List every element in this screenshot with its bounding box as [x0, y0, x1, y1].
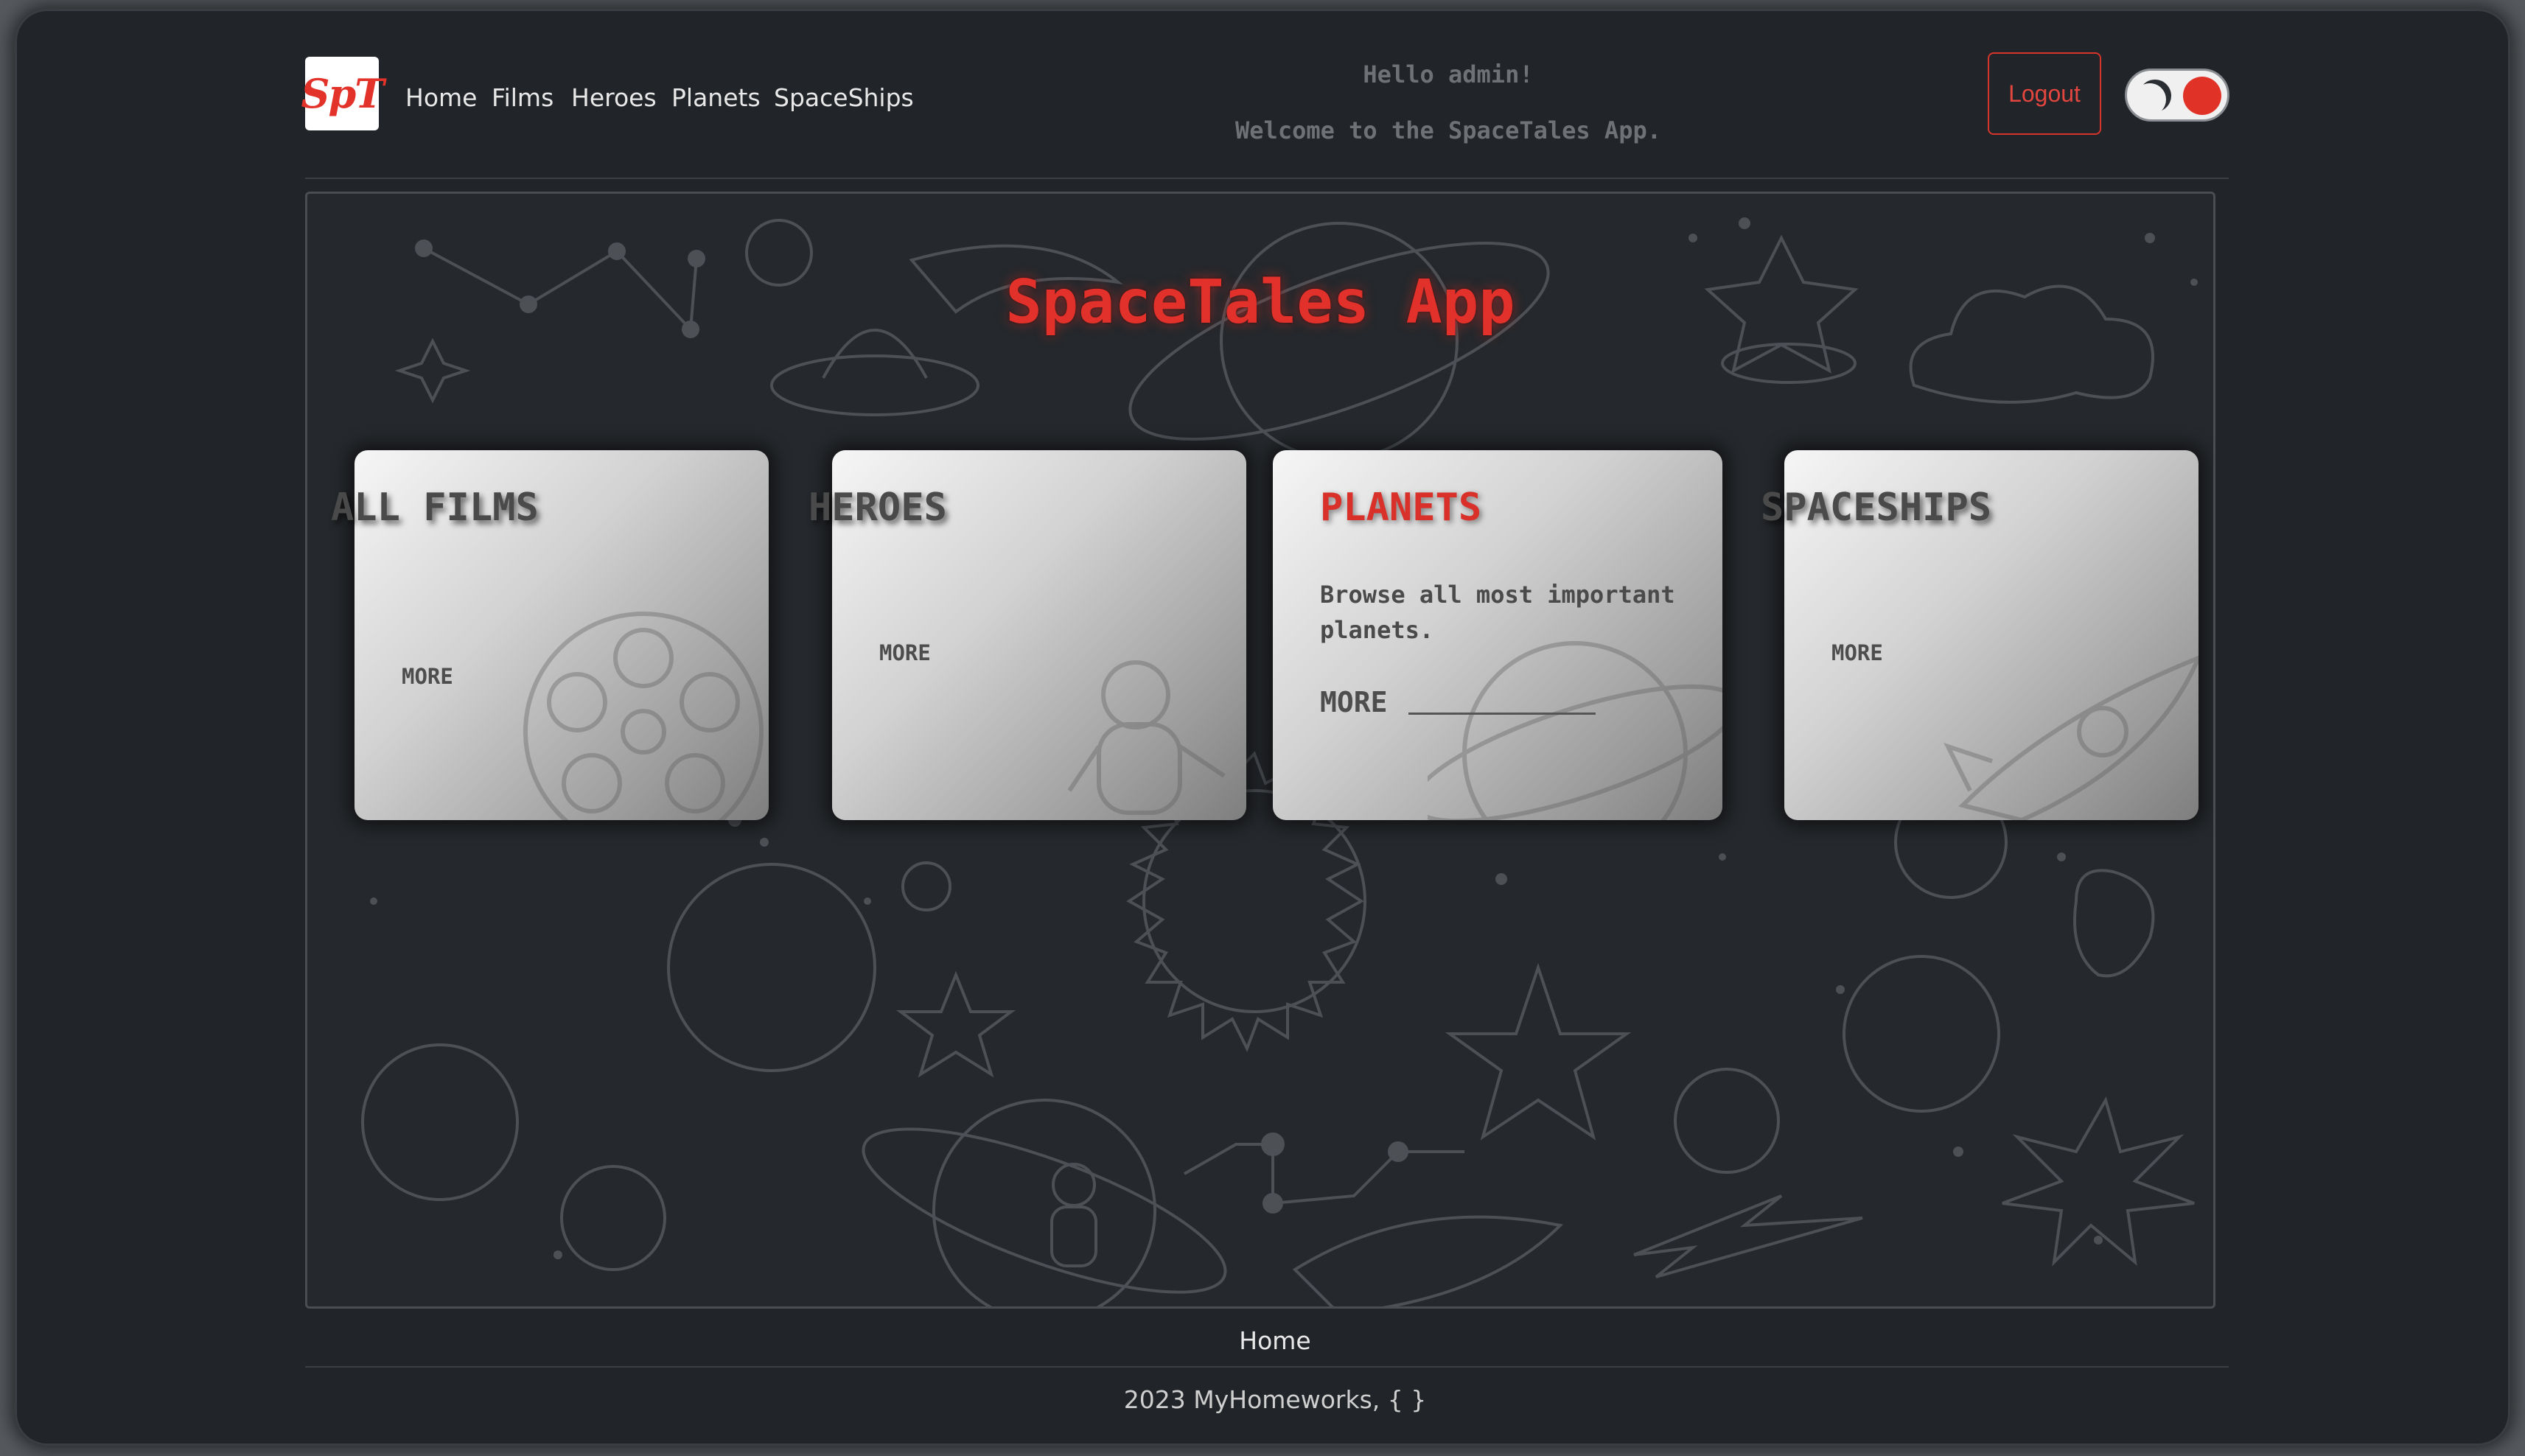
nav-spaceships-link[interactable]: SpaceShips: [774, 85, 914, 110]
card-title: PLANETS: [1320, 486, 1482, 530]
footer-home-link[interactable]: Home: [1164, 1326, 1386, 1355]
hero-panel: SpaceTales App ALL FILMS MORE HEROES MOR…: [305, 192, 2215, 1309]
app-logo[interactable]: SpT: [301, 57, 384, 130]
heroes-more-link[interactable]: MORE: [879, 640, 931, 665]
theme-toggle[interactable]: [2125, 69, 2229, 122]
card-description: Browse all most important planets.: [1320, 581, 1675, 644]
nav-home-link[interactable]: Home: [405, 85, 477, 110]
nav-heroes-link[interactable]: Heroes: [571, 85, 657, 110]
card-title: SPACESHIPS: [1761, 486, 1992, 530]
greeting-text: Hello admin!: [1363, 60, 1534, 88]
footer-copyright: 2023 MyHomeworks, { }: [1123, 1385, 1427, 1414]
app-window: SpT Home Films Heroes Planets SpaceShips…: [15, 9, 2510, 1446]
nav-films-link[interactable]: Films: [492, 85, 553, 110]
rocket-icon: [1943, 655, 2199, 820]
heroes-card[interactable]: HEROES MORE: [809, 450, 1246, 820]
card-title: ALL FILMS: [331, 486, 539, 530]
nav-planets-link[interactable]: Planets: [671, 85, 761, 110]
astronaut-icon: [1067, 660, 1226, 815]
hero-title: SpaceTales App: [1005, 267, 1515, 337]
logo-text: SpT: [301, 70, 385, 117]
films-more-link[interactable]: MORE: [402, 664, 453, 689]
moon-icon: [2139, 80, 2171, 112]
footer-divider: [305, 1366, 2229, 1368]
more-underline: [1408, 713, 1596, 715]
toggle-knob: [2183, 77, 2221, 115]
planet-icon: [1428, 641, 1722, 820]
planets-more-link[interactable]: MORE: [1320, 686, 1388, 718]
planets-card[interactable]: PLANETS Browse all most important planet…: [1273, 450, 1722, 820]
films-card[interactable]: ALL FILMS MORE: [331, 450, 769, 820]
card-title: HEROES: [809, 486, 947, 530]
spaceships-more-link[interactable]: MORE: [1831, 640, 1883, 665]
header-divider: [305, 178, 2229, 179]
film-reel-icon: [523, 612, 764, 820]
spaceships-card[interactable]: SPACESHIPS MORE: [1761, 450, 2199, 820]
welcome-text: Welcome to the SpaceTales App.: [1235, 116, 1661, 144]
logout-button[interactable]: Logout: [1988, 52, 2101, 135]
